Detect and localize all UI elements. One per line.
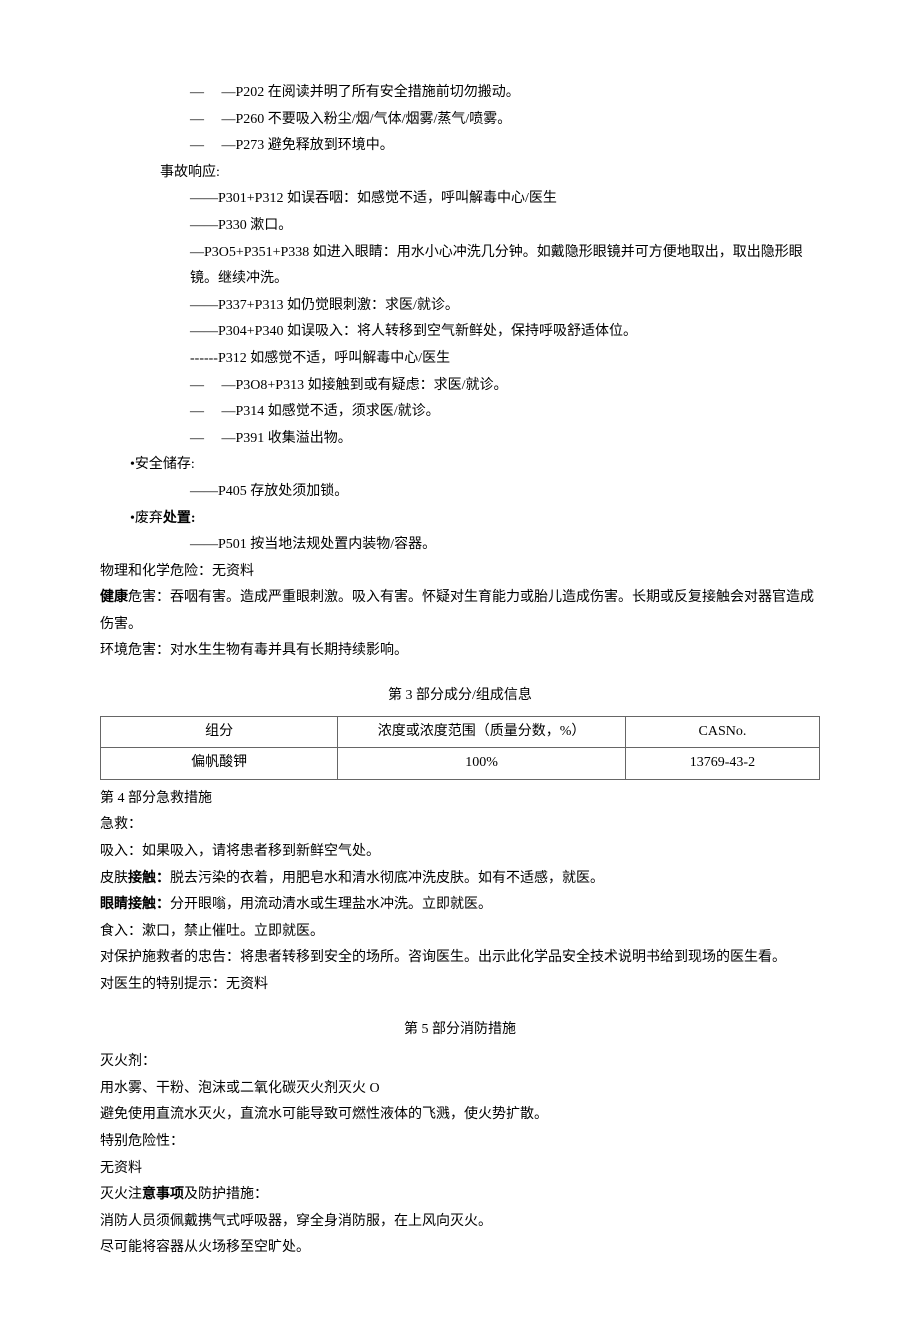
extinguishing-avoid: 避免使用直流水灭火，直流水可能导致可燃性液体的飞溅，使火势扩散。 <box>100 1102 820 1129</box>
text-bold: 眼睛接触： <box>100 897 170 912</box>
section3-title: 第 3 部分成分/组成信息 <box>100 683 820 710</box>
firefighting-precautions-heading: 灭火注意事项及防护措施： <box>100 1182 820 1209</box>
disposal-heading: •废弃处置: <box>100 506 820 533</box>
precaution-line: — —P260 不要吸入粉尘/烟/气体/烟雾/蒸气/喷雾。 <box>100 107 820 134</box>
special-hazard-heading: 特别危险性： <box>100 1129 820 1156</box>
first-aid-eye: 眼睛接触：分开眼嗡，用流动清水或生理盐水冲洗。立即就医。 <box>100 892 820 919</box>
precaution-line: — —P391 收集溢出物。 <box>100 426 820 453</box>
section5-title: 第 5 部分消防措施 <box>100 1017 820 1044</box>
text-bold: 健康 <box>100 590 128 605</box>
precaution-line: — —P314 如感觉不适，须求医/就诊。 <box>100 399 820 426</box>
table-header-cell: 浓度或浓度范围（质量分数，%） <box>338 716 626 748</box>
text: 危害：吞咽有害。造成严重眼刺激。吸入有害。怀疑对生育能力或胎儿造成伤害。长期或反… <box>100 590 814 632</box>
precaution-line: ------P312 如感觉不适，呼叫解毒中心/医生 <box>100 346 820 373</box>
precaution-line: — —P3O8+P313 如接触到或有疑虑：求医/就诊。 <box>100 373 820 400</box>
first-aid-inhalation: 吸入：如果吸入，请将患者移到新鲜空气处。 <box>100 839 820 866</box>
firefighting-equipment: 消防人员须佩戴携气式呼吸器，穿全身消防服，在上风向灭火。 <box>100 1209 820 1236</box>
precaution-line: —P3O5+P351+P338 如进入眼睛：用水小心冲洗几分钟。如戴隐形眼镜并可… <box>100 240 820 293</box>
text: 及防护措施： <box>184 1187 268 1202</box>
text-bold: 意事项 <box>142 1187 184 1202</box>
text: 分开眼嗡，用流动清水或生理盐水冲洗。立即就医。 <box>170 897 492 912</box>
precaution-line: — —P273 避免释放到环境中。 <box>100 133 820 160</box>
table-cell: 13769-43-2 <box>625 748 819 780</box>
table-row: 偏帆酸钾 100% 13769-43-2 <box>101 748 820 780</box>
precaution-line: ——P304+P340 如误吸入：将人转移到空气新鲜处，保持呼吸舒适体位。 <box>100 319 820 346</box>
table-cell: 偏帆酸钾 <box>101 748 338 780</box>
special-hazard-text: 无资料 <box>100 1156 820 1183</box>
health-hazard: 健康危害：吞咽有害。造成严重眼刺激。吸入有害。怀疑对生育能力或胎儿造成伤害。长期… <box>100 585 820 638</box>
extinguishing-heading: 灭火剂： <box>100 1049 820 1076</box>
table-cell: 100% <box>338 748 626 780</box>
text: 脱去污染的衣着，用肥皂水和清水彻底冲洗皮肤。如有不适感，就医。 <box>170 871 604 886</box>
phys-chem-hazard: 物理和化学危险：无资料 <box>100 559 820 586</box>
text-bold: 接触： <box>128 871 170 886</box>
precaution-line: ——P301+P312 如误吞咽：如感觉不适，呼叫解毒中心/医生 <box>100 186 820 213</box>
text: 皮肤 <box>100 871 128 886</box>
safe-storage-heading: •安全储存: <box>100 452 820 479</box>
precaution-line: ——P337+P313 如仍觉眼刺激：求医/就诊。 <box>100 293 820 320</box>
first-aid-rescuer-advice: 对保护施救者的忠告：将患者转移到安全的场所。咨询医生。出示此化学品安全技术说明书… <box>100 945 820 972</box>
precaution-line: — —P202 在阅读并明了所有安全措施前切勿搬动。 <box>100 80 820 107</box>
accident-response-heading: 事故响应: <box>100 160 820 187</box>
text: 灭火注 <box>100 1187 142 1202</box>
table-header-cell: 组分 <box>101 716 338 748</box>
text: •废弃 <box>130 511 163 526</box>
precaution-line: ——P501 按当地法规处置内装物/容器。 <box>100 532 820 559</box>
precaution-line: ——P330 漱口。 <box>100 213 820 240</box>
first-aid-heading: 急救： <box>100 812 820 839</box>
environmental-hazard: 环境危害：对水生生物有毒并具有长期持续影响。 <box>100 638 820 665</box>
precaution-line: ——P405 存放处须加锁。 <box>100 479 820 506</box>
first-aid-skin: 皮肤接触：脱去污染的衣着，用肥皂水和清水彻底冲洗皮肤。如有不适感，就医。 <box>100 866 820 893</box>
table-header-cell: CASNo. <box>625 716 819 748</box>
text-bold: 处置: <box>163 511 196 526</box>
extinguishing-agents: 用水雾、干粉、泡沫或二氧化碳灭火剂灭火 O <box>100 1076 820 1103</box>
first-aid-doctor-note: 对医生的特别提示：无资料 <box>100 972 820 999</box>
section4-heading: 第 4 部分急救措施 <box>100 786 820 813</box>
firefighting-container: 尽可能将容器从火场移至空旷处。 <box>100 1235 820 1262</box>
composition-table: 组分 浓度或浓度范围（质量分数，%） CASNo. 偏帆酸钾 100% 1376… <box>100 716 820 780</box>
first-aid-ingestion: 食入：漱口，禁止催吐。立即就医。 <box>100 919 820 946</box>
table-header-row: 组分 浓度或浓度范围（质量分数，%） CASNo. <box>101 716 820 748</box>
